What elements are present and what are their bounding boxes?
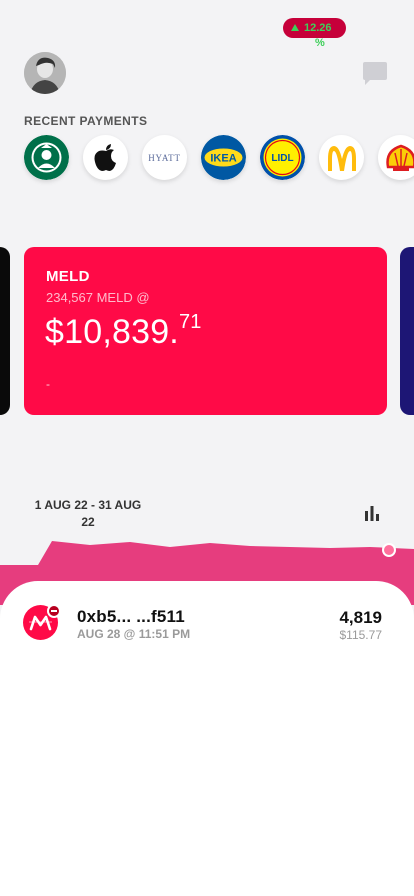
minus-badge-icon — [47, 604, 61, 618]
hyatt-logo-text: HYATT — [148, 153, 181, 163]
merchant-starbucks[interactable] — [24, 135, 69, 180]
ikea-logo: IKEA — [201, 135, 246, 180]
merchant-hyatt[interactable]: HYATT — [142, 135, 187, 180]
apple-logo — [94, 143, 116, 171]
arrow-up-icon — [291, 24, 299, 31]
merchant-mcdonalds[interactable] — [319, 135, 364, 180]
price-change-value: 12.26 — [304, 22, 332, 34]
card-fiat-main: $10,839. — [45, 313, 179, 351]
sparkline-current-point[interactable] — [382, 543, 396, 557]
date-range-line1: 1 AUG 22 - 31 AUG — [34, 498, 142, 512]
merchant-lidl[interactable]: LIDL — [260, 135, 305, 180]
bar-chart-icon[interactable] — [364, 506, 380, 521]
hyatt-logo: HYATT — [148, 153, 181, 163]
date-range-line2: 22 — [81, 515, 95, 529]
user-photo — [24, 52, 66, 94]
recent-payments-list: HYATT IKEA LIDL — [24, 135, 414, 180]
merchant-apple[interactable] — [83, 135, 128, 180]
transaction-address: 0xb5... ...f511 — [77, 607, 185, 626]
transaction-fiat: $115.77 — [339, 628, 383, 642]
transaction-amount: 4,819 — [339, 608, 382, 627]
card-fiat-cents: 71 — [178, 311, 202, 333]
shell-logo — [385, 144, 414, 171]
merchant-shell[interactable] — [378, 135, 414, 180]
date-range[interactable]: 1 AUG 22 - 31 AUG 22 — [24, 497, 152, 531]
card-token-name: MELD — [46, 268, 90, 285]
lidl-logo-text: LIDL — [271, 153, 293, 164]
merchant-ikea[interactable]: IKEA — [201, 135, 246, 180]
chat-bubble-icon[interactable] — [362, 62, 388, 86]
recent-payments-label: RECENT PAYMENTS — [24, 114, 148, 128]
card-token-balance: 234,567 MELD @ — [46, 290, 150, 305]
transaction-row[interactable]: 0xb5... ...f511 AUG 28 @ 11:51 PM 4,819 … — [0, 600, 414, 646]
mcdonalds-logo — [327, 145, 356, 171]
avatar[interactable] — [24, 52, 66, 94]
next-card[interactable] — [400, 247, 414, 415]
lidl-logo: LIDL — [260, 135, 305, 180]
card-fiat-value: $10,839.71 — [45, 311, 202, 352]
starbucks-logo — [24, 135, 69, 180]
ikea-logo-text: IKEA — [210, 153, 236, 165]
transaction-time: AUG 28 @ 11:51 PM — [77, 627, 191, 641]
previous-card[interactable] — [0, 247, 10, 415]
card-footer: - — [46, 377, 50, 391]
token-card-meld[interactable]: MELD 234,567 MELD @ $10,839.71 - — [24, 247, 387, 415]
price-change-unit: % — [315, 37, 325, 49]
